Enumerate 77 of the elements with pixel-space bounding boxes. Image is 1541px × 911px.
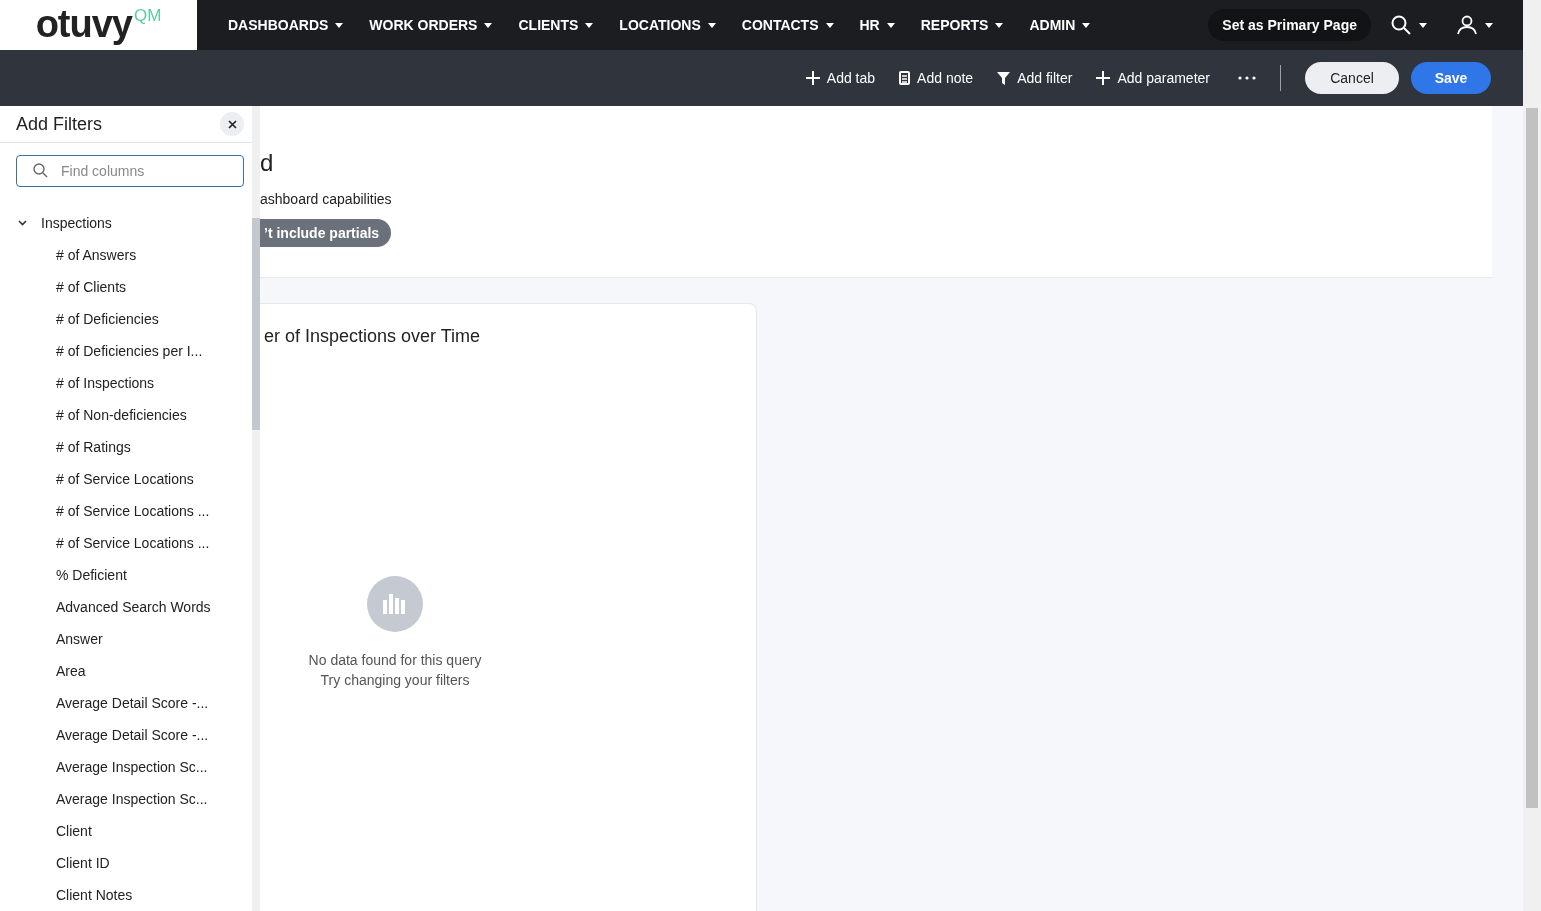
chart-title: er of Inspections over Time	[264, 326, 482, 347]
nav-label: REPORTS	[920, 17, 989, 33]
nav-label: DASHBOARDS	[228, 17, 329, 33]
column-item[interactable]: Client	[0, 815, 252, 847]
empty-hint: Try changing your filters	[320, 671, 470, 690]
chevron-icon	[18, 220, 27, 226]
nav-menu[interactable]: ADMIN	[1016, 17, 1104, 33]
search-icon[interactable]	[1391, 15, 1411, 35]
bar-chart-icon	[367, 576, 423, 632]
caret-icon	[1485, 22, 1493, 28]
caret-icon	[1419, 22, 1427, 28]
nav-menu[interactable]: CLIENTS	[505, 17, 607, 33]
cancel-button[interactable]: Cancel	[1305, 62, 1399, 94]
caret-icon	[995, 22, 1004, 28]
search-icon	[33, 163, 48, 178]
nav-menu[interactable]: CONTACTS	[728, 17, 847, 33]
nav-label: CLIENTS	[518, 17, 579, 33]
column-item[interactable]: Client ID	[0, 847, 252, 879]
column-item[interactable]: # of Service Locations ...	[0, 527, 252, 559]
column-item[interactable]: Area	[0, 655, 252, 687]
column-item[interactable]: # of Inspections	[0, 367, 252, 399]
column-item[interactable]: # of Non-deficiencies	[0, 399, 252, 431]
caret-icon	[707, 22, 716, 28]
column-item[interactable]: # of Service Locations ...	[0, 495, 252, 527]
nav-menu[interactable]: LOCATIONS	[606, 17, 729, 33]
nav-label: CONTACTS	[741, 17, 819, 33]
nav-menu[interactable]: WORK ORDERS	[356, 17, 506, 33]
dashboard-description: ashboard capabilities	[260, 191, 393, 207]
nav-label: HR	[859, 17, 880, 33]
toolbar-action[interactable]: Add tab	[805, 70, 876, 86]
toolbar-action[interactable]: Add note	[899, 70, 974, 86]
caret-icon	[825, 22, 834, 28]
column-item[interactable]: # of Answers	[0, 239, 252, 271]
column-item[interactable]: Average Detail Score -...	[0, 719, 252, 751]
caret-icon	[886, 22, 895, 28]
column-item[interactable]: Answer	[0, 623, 252, 655]
primary-page-button[interactable]: Set as Primary Page	[1208, 9, 1371, 41]
caret-icon	[335, 22, 344, 28]
caret-icon	[585, 22, 594, 28]
column-item[interactable]: # of Service Locations	[0, 463, 252, 495]
filter-icon	[997, 71, 1011, 85]
dashboard-title: d	[260, 149, 275, 177]
column-item[interactable]: # of Clients	[0, 271, 252, 303]
nav-menu[interactable]: HR	[846, 17, 908, 33]
more-icon[interactable]	[1238, 76, 1256, 80]
column-item[interactable]: Average Inspection Sc...	[0, 783, 252, 815]
nav-label: LOCATIONS	[619, 17, 701, 33]
column-item[interactable]: # of Deficiencies	[0, 303, 252, 335]
document-icon	[899, 71, 911, 85]
save-button[interactable]: Save	[1411, 62, 1491, 94]
scrollbar-thumb[interactable]	[1526, 108, 1538, 808]
column-item[interactable]: % Deficient	[0, 559, 252, 591]
column-item[interactable]: Average Detail Score -...	[0, 687, 252, 719]
user-icon[interactable]	[1457, 15, 1477, 35]
search-field[interactable]: Find columns	[16, 155, 244, 187]
plus-icon	[805, 71, 820, 85]
filter-tag: ’t include partials	[260, 219, 392, 247]
nav-label: WORK ORDERS	[369, 17, 478, 33]
empty-message: No data found for this query	[308, 651, 482, 670]
column-item[interactable]: Average Inspection Sc...	[0, 751, 252, 783]
tree-group[interactable]: Inspections	[0, 207, 252, 239]
plus-icon	[1096, 71, 1111, 85]
caret-icon	[1082, 22, 1091, 28]
nav-label: ADMIN	[1029, 17, 1076, 33]
scrollbar-thumb[interactable]	[252, 218, 260, 430]
caret-icon	[484, 22, 493, 28]
toolbar-action[interactable]: Add parameter	[1096, 70, 1210, 86]
nav-menu[interactable]: REPORTS	[907, 17, 1017, 33]
close-button[interactable]	[220, 112, 244, 136]
column-item[interactable]: # of Ratings	[0, 431, 252, 463]
column-item[interactable]: Client Notes	[0, 879, 252, 911]
panel-title: Add Filters	[16, 113, 103, 135]
column-item[interactable]: # of Deficiencies per I...	[0, 335, 252, 367]
close-icon	[227, 119, 237, 129]
toolbar-action[interactable]: Add filter	[997, 70, 1073, 86]
nav-menu[interactable]: DASHBOARDS	[215, 17, 357, 33]
column-item[interactable]: Advanced Search Words	[0, 591, 252, 623]
